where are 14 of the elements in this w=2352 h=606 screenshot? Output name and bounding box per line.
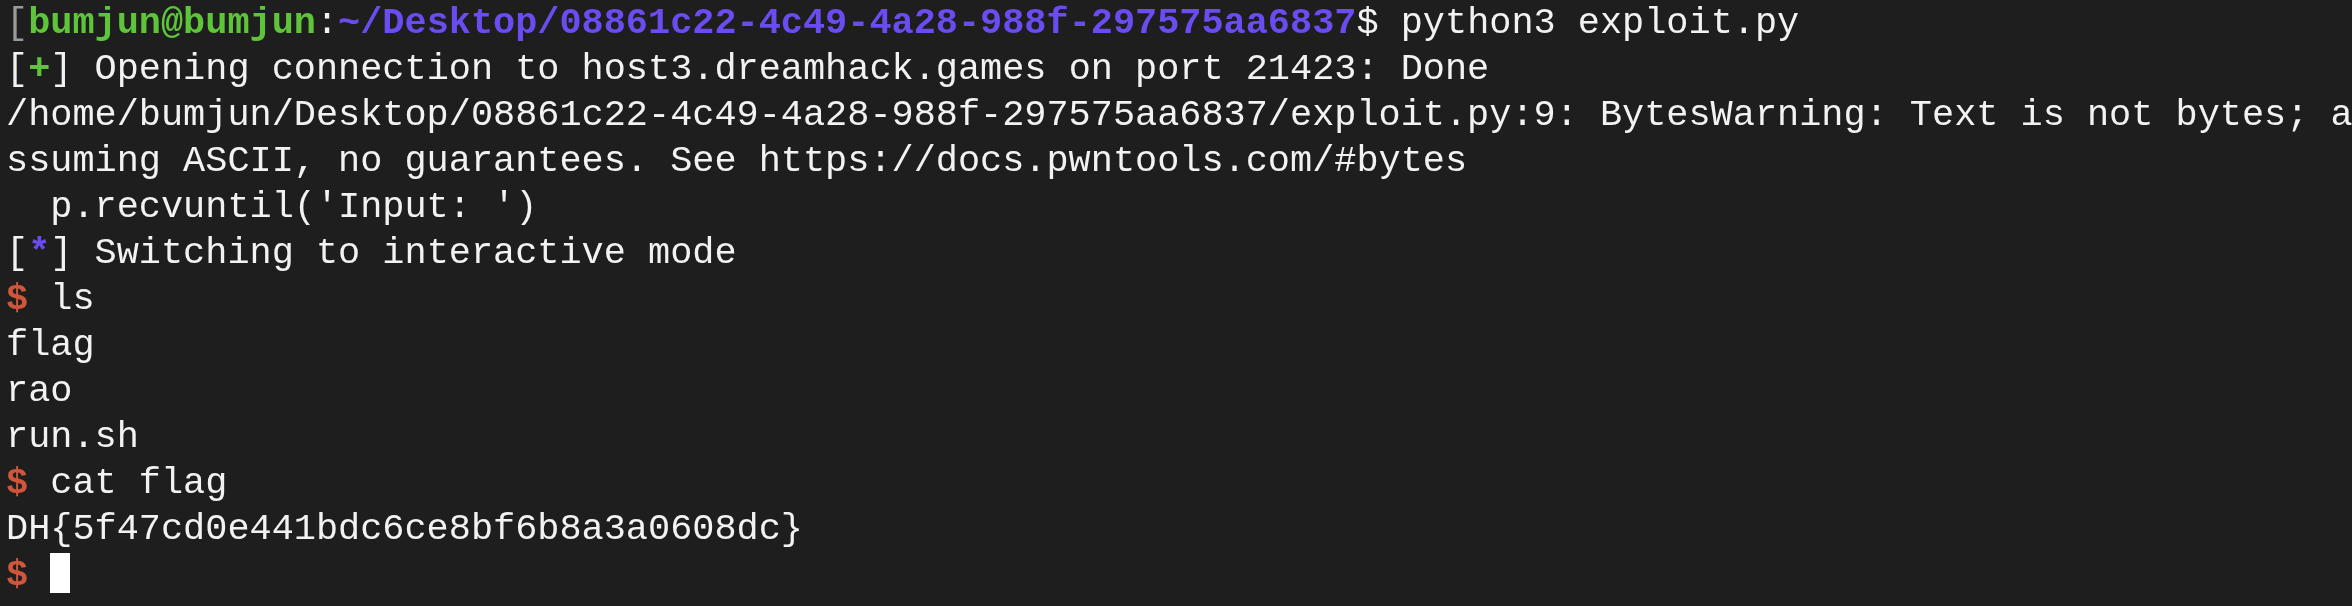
- output-line: flag: [6, 323, 95, 368]
- status-line: [*] Switching to interactive mode: [6, 231, 737, 276]
- cursor: [50, 553, 71, 593]
- status-line: [+] Opening connection to host3.dreamhack.games on port 21423: Done: [6, 47, 1490, 92]
- output-line: run.sh: [6, 415, 139, 460]
- command-line: $ cat flag: [6, 461, 228, 506]
- output-line: p.recvuntil('Input: '): [49, 185, 538, 230]
- output-line: ssuming ASCII, no guarantees. See https://docs.pwntools.com/#bytes: [6, 139, 1468, 184]
- command-line: $ ls: [6, 277, 95, 322]
- shell-prompt-line: [bumjun@bumjun:~/Desktop/08861c22-4c49-4a28-988f-297575aa6837$ python3 exploit.py: [6, 1, 1800, 46]
- output-line: DH{5f47cd0e441bdc6ce8bf6b8a3a0608dc}: [6, 507, 803, 552]
- output-line: rao: [6, 369, 73, 414]
- output-line: /home/bumjun/Desktop/08861c22-4c49-4a28-988f-297575aa6837/exploit.py:9: BytesWarning: Text is not bytes; a: [6, 93, 2352, 138]
- prompt-symbol: $: [6, 554, 29, 596]
